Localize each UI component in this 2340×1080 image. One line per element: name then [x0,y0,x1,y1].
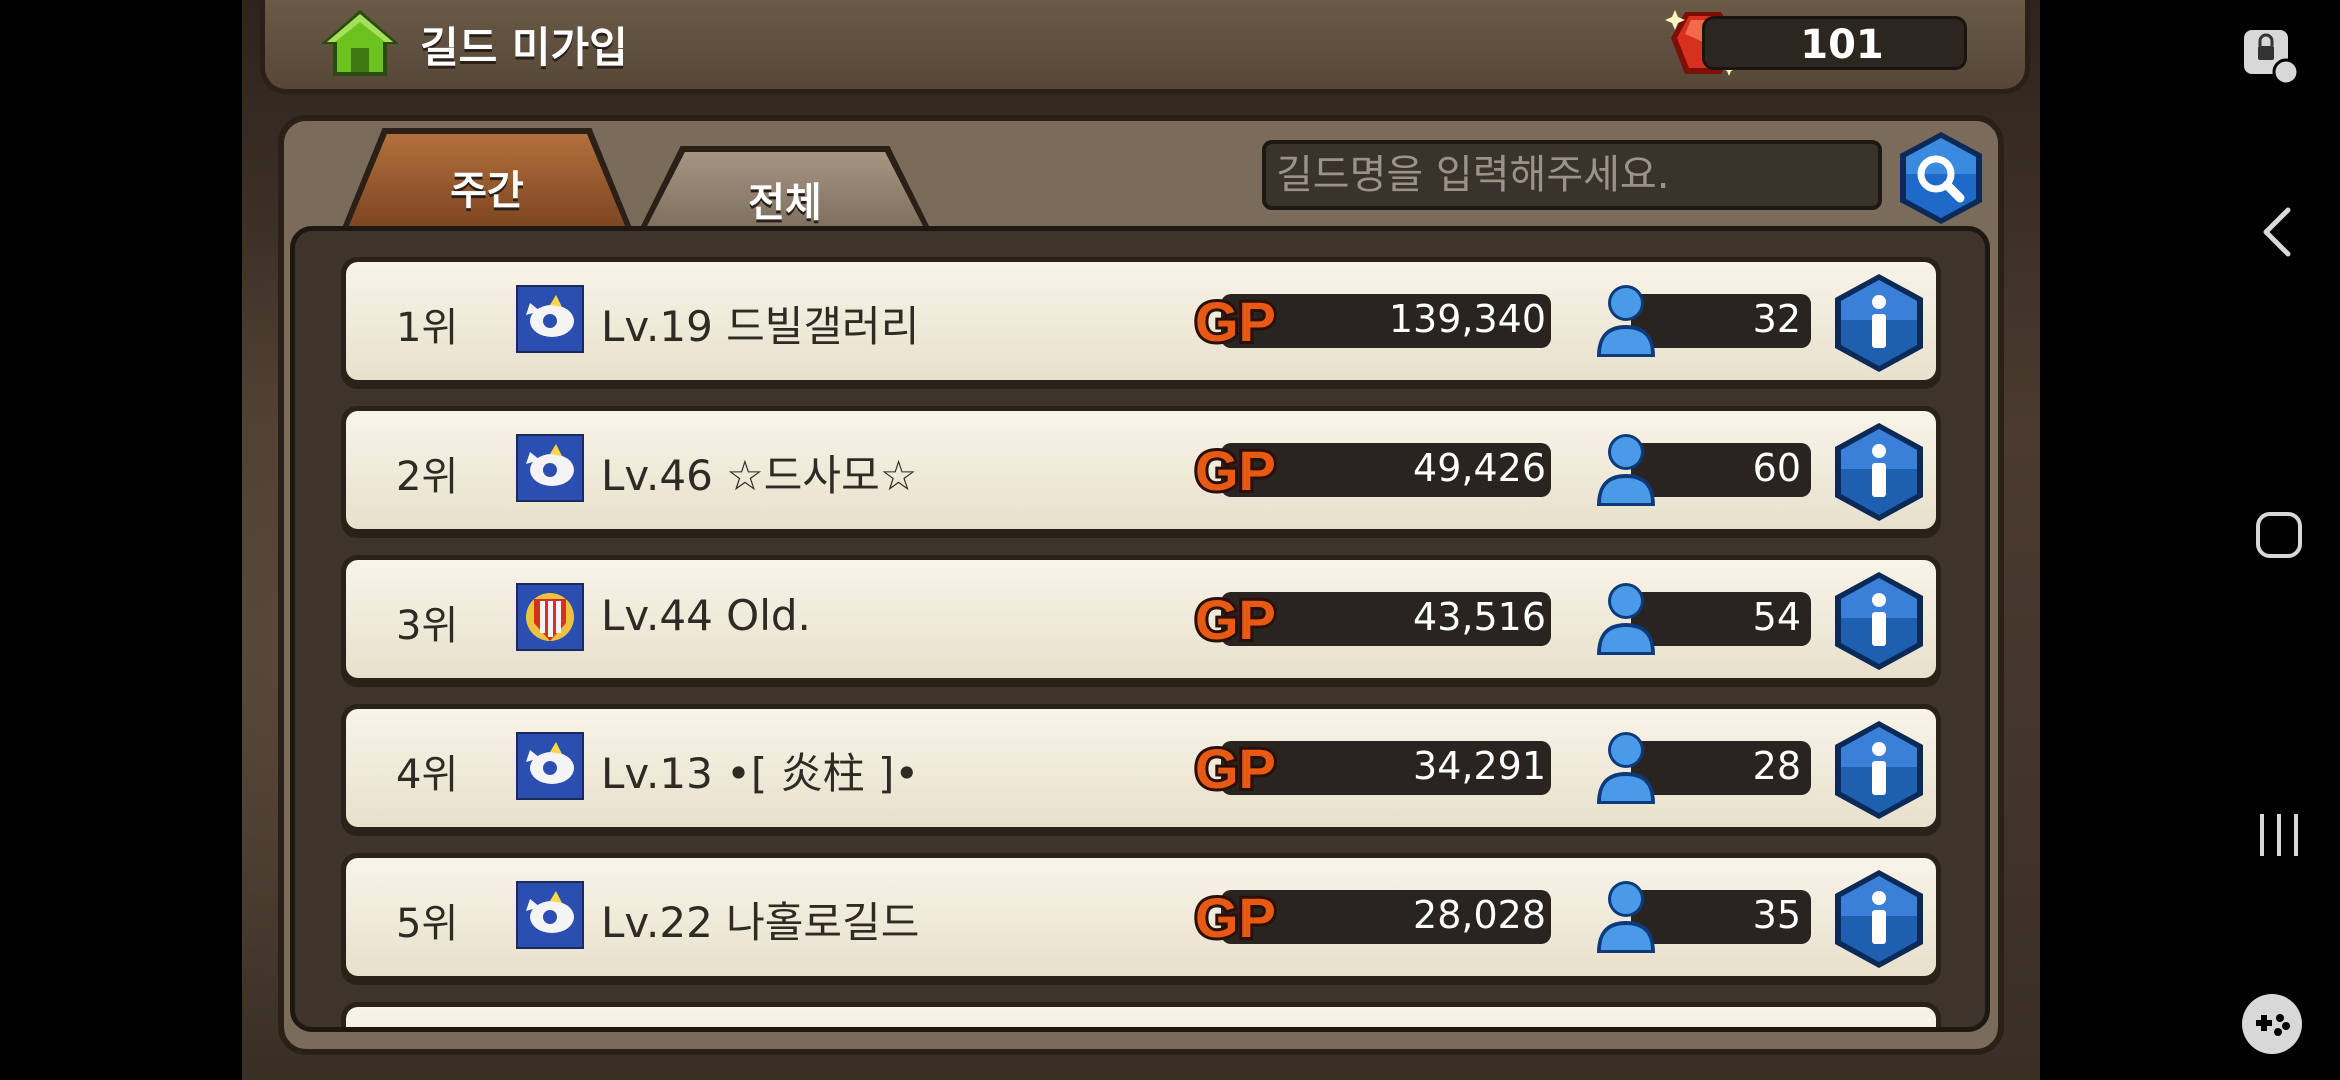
screen-title: 길드 미가입 [420,23,628,72]
guild-members: 28 [1752,744,1801,788]
guild-row[interactable]: 1위 Lv.19 드빌갤러리 GP GP 139,340 32 [341,257,1941,389]
guild-members: 54 [1752,595,1801,639]
shield-emblem-icon [516,583,584,651]
guild-members: 35 [1752,893,1801,937]
info-button[interactable] [1831,719,1927,821]
guild-gp: 49,426 [1413,446,1546,490]
info-button[interactable] [1831,570,1927,672]
guild-rank: 1위 [396,305,459,351]
guild-gp: 28,028 [1413,893,1546,937]
guild-ranking-list[interactable]: 1위 Lv.19 드빌갤러리 GP GP 139,340 32 2위 Lv.46… [290,226,1990,1032]
dragon-emblem-icon [516,881,584,949]
recent-apps-icon[interactable] [2254,810,2304,860]
back-icon[interactable] [2258,206,2298,258]
guild-gp: 139,340 [1388,297,1546,341]
guild-row[interactable]: 2위 Lv.46 ☆드사모☆ GP GP 49,426 60 [341,406,1941,538]
tab-weekly[interactable]: 주간 [342,128,632,228]
guild-row[interactable]: 5위 Lv.22 나홀로길드 GP GP 28,028 35 [341,853,1941,985]
dragon-emblem-icon [516,732,584,800]
info-button[interactable] [1831,272,1927,374]
guild-name: Lv.22 나홀로길드 [601,898,920,947]
guild-row[interactable]: 4위 Lv.13 •[ 炎柱 ]• GP GP 34,291 28 [341,704,1941,836]
guild-gp: 43,516 [1413,595,1546,639]
guild-gp: 34,291 [1413,744,1546,788]
home-icon[interactable] [315,4,405,82]
info-button[interactable] [1831,868,1927,970]
guild-row[interactable]: 3위 Lv.44 Old. GP GP 43,516 54 [341,555,1941,687]
guild-members: 60 [1752,446,1801,490]
guild-name: Lv.19 드빌갤러리 [601,302,920,351]
tab-all-label: 전체 [748,180,822,226]
guild-rank: 2위 [396,454,459,500]
search-button[interactable] [1896,130,1986,226]
guild-row-partial[interactable] [341,1002,1941,1027]
guild-rank: 3위 [396,603,459,649]
dragon-emblem-icon [516,434,584,502]
guild-name: Lv.13 •[ 炎柱 ]• [601,749,920,798]
tab-all[interactable]: 전체 [640,146,930,228]
dragon-emblem-icon [516,285,584,353]
guild-name: Lv.46 ☆드사모☆ [601,451,918,500]
guild-members: 32 [1752,297,1801,341]
guild-rank: 4위 [396,752,459,798]
info-button[interactable] [1831,421,1927,523]
android-navigation-bar [2040,0,2340,1080]
guild-rank: 5위 [396,901,459,947]
gem-count: 101 [1800,22,1884,68]
screen-touch-lock-icon[interactable] [2240,26,2302,88]
game-tools-icon[interactable] [2240,992,2304,1056]
tab-weekly-label: 주간 [450,168,524,214]
guild-search-input[interactable] [1262,140,1882,210]
guild-name: Lv.44 Old. [601,591,811,640]
home-nav-icon[interactable] [2254,510,2304,560]
